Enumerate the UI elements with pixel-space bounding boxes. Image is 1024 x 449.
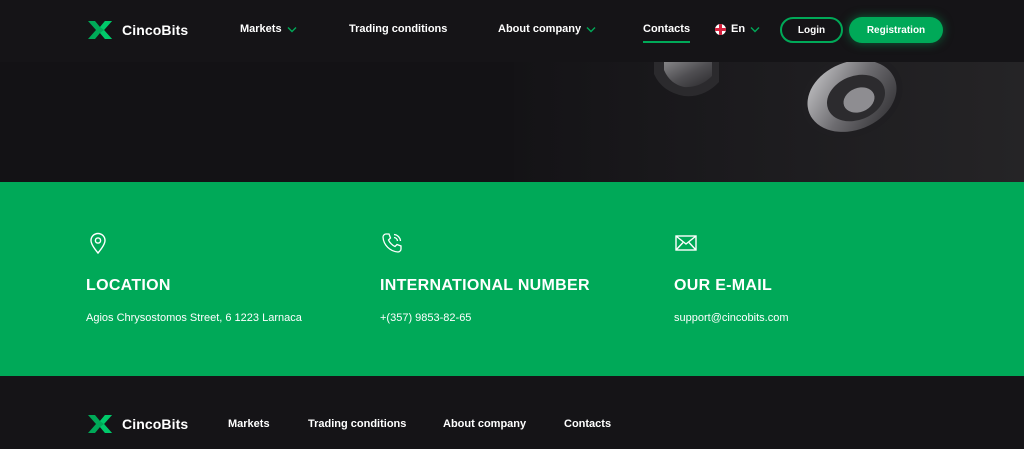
hero-banner xyxy=(0,62,1024,182)
footer-nav-contacts[interactable]: Contacts xyxy=(564,418,611,430)
headphones-illustration xyxy=(654,62,903,138)
language-label: En xyxy=(731,23,746,35)
header-logo[interactable]: CincoBits xyxy=(86,18,188,42)
contact-value[interactable]: +(357) 9853-82-65 xyxy=(380,312,471,324)
contact-title: LOCATION xyxy=(86,277,171,294)
footer-nav-trading-conditions[interactable]: Trading conditions xyxy=(308,418,406,430)
language-selector[interactable]: En xyxy=(715,23,760,35)
site-footer: CincoBits Markets Trading conditions Abo… xyxy=(0,376,1024,449)
footer-nav-about-company[interactable]: About company xyxy=(443,418,526,430)
chevron-down-icon xyxy=(750,26,760,32)
nav-item-label: About company xyxy=(498,23,582,35)
headphones-image xyxy=(514,62,1024,182)
footer-logo[interactable]: CincoBits xyxy=(86,412,188,436)
login-button[interactable]: Login xyxy=(780,17,843,43)
envelope-icon xyxy=(675,235,697,251)
logo-icon xyxy=(88,415,112,433)
contact-value[interactable]: support@cincobits.com xyxy=(674,312,789,324)
nav-item-trading-conditions[interactable]: Trading conditions xyxy=(349,23,447,35)
logo-text: CincoBits xyxy=(122,416,189,432)
uk-flag-icon xyxy=(715,23,726,35)
contacts-band: LOCATION Agios Chrysostomos Street, 6 12… xyxy=(0,182,1024,376)
nav-item-label: Trading conditions xyxy=(349,23,448,35)
registration-button[interactable]: Registration xyxy=(849,17,943,43)
logo-icon xyxy=(88,21,112,39)
site-header: CincoBits Markets Trading conditions Abo… xyxy=(0,0,1024,62)
nav-item-about-company[interactable]: About company xyxy=(498,23,596,35)
nav-item-label: Markets xyxy=(240,23,282,35)
nav-item-contacts[interactable]: Contacts xyxy=(643,23,691,43)
phone-icon xyxy=(382,233,402,253)
contact-title: OUR E-MAIL xyxy=(674,277,773,294)
contact-title: INTERNATIONAL NUMBER xyxy=(380,277,590,294)
location-pin-icon xyxy=(90,232,106,255)
contact-value: Agios Chrysostomos Street, 6 1223 Larnac… xyxy=(86,312,302,324)
chevron-down-icon xyxy=(586,26,596,32)
chevron-down-icon xyxy=(287,26,297,32)
nav-item-label: Contacts xyxy=(643,23,691,35)
footer-nav-markets[interactable]: Markets xyxy=(228,418,270,430)
nav-item-markets[interactable]: Markets xyxy=(240,23,297,35)
logo-text: CincoBits xyxy=(122,22,189,38)
